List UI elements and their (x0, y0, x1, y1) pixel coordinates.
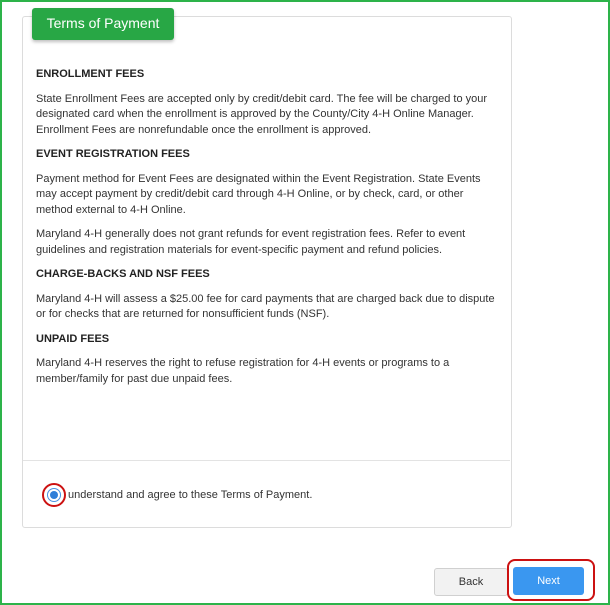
section-title-unpaid-fees: UNPAID FEES (36, 332, 110, 345)
section-paragraph: State Enrollment Fees are accepted only … (36, 92, 488, 136)
section-paragraph: Maryland 4-H generally does not grant re… (36, 228, 466, 256)
section-title-charge-backs-nsf-fees: CHARGE-BACKS AND NSF FEES (36, 268, 210, 280)
terms-content: ENROLLMENT FEES State Enrollment Fees ar… (36, 67, 501, 396)
section-title-event-registration-fees: EVENT REGISTRATION FEES (36, 148, 190, 160)
section-title-enrollment-fees: ENROLLMENT FEES (36, 68, 145, 80)
terms-header: Terms of Payment (32, 8, 174, 40)
section-paragraph: Maryland 4-H will assess a $25.00 fee fo… (36, 292, 495, 321)
agree-label: understand and agree to these Terms of P… (68, 489, 313, 501)
agree-radio-highlight[interactable] (42, 483, 66, 507)
back-button[interactable]: Back (434, 568, 508, 596)
agree-radio[interactable] (47, 488, 61, 502)
agreement-row: understand and agree to these Terms of P… (42, 482, 312, 508)
section-paragraph: Payment method for Event Fees are design… (36, 172, 481, 216)
next-button[interactable]: Next (513, 567, 584, 595)
card-divider (23, 460, 510, 461)
page-frame: Terms of Payment ENROLLMENT FEES State E… (0, 0, 610, 605)
section-paragraph: Maryland 4-H reserves the right to refus… (36, 357, 450, 385)
radio-selected-dot (50, 491, 58, 499)
